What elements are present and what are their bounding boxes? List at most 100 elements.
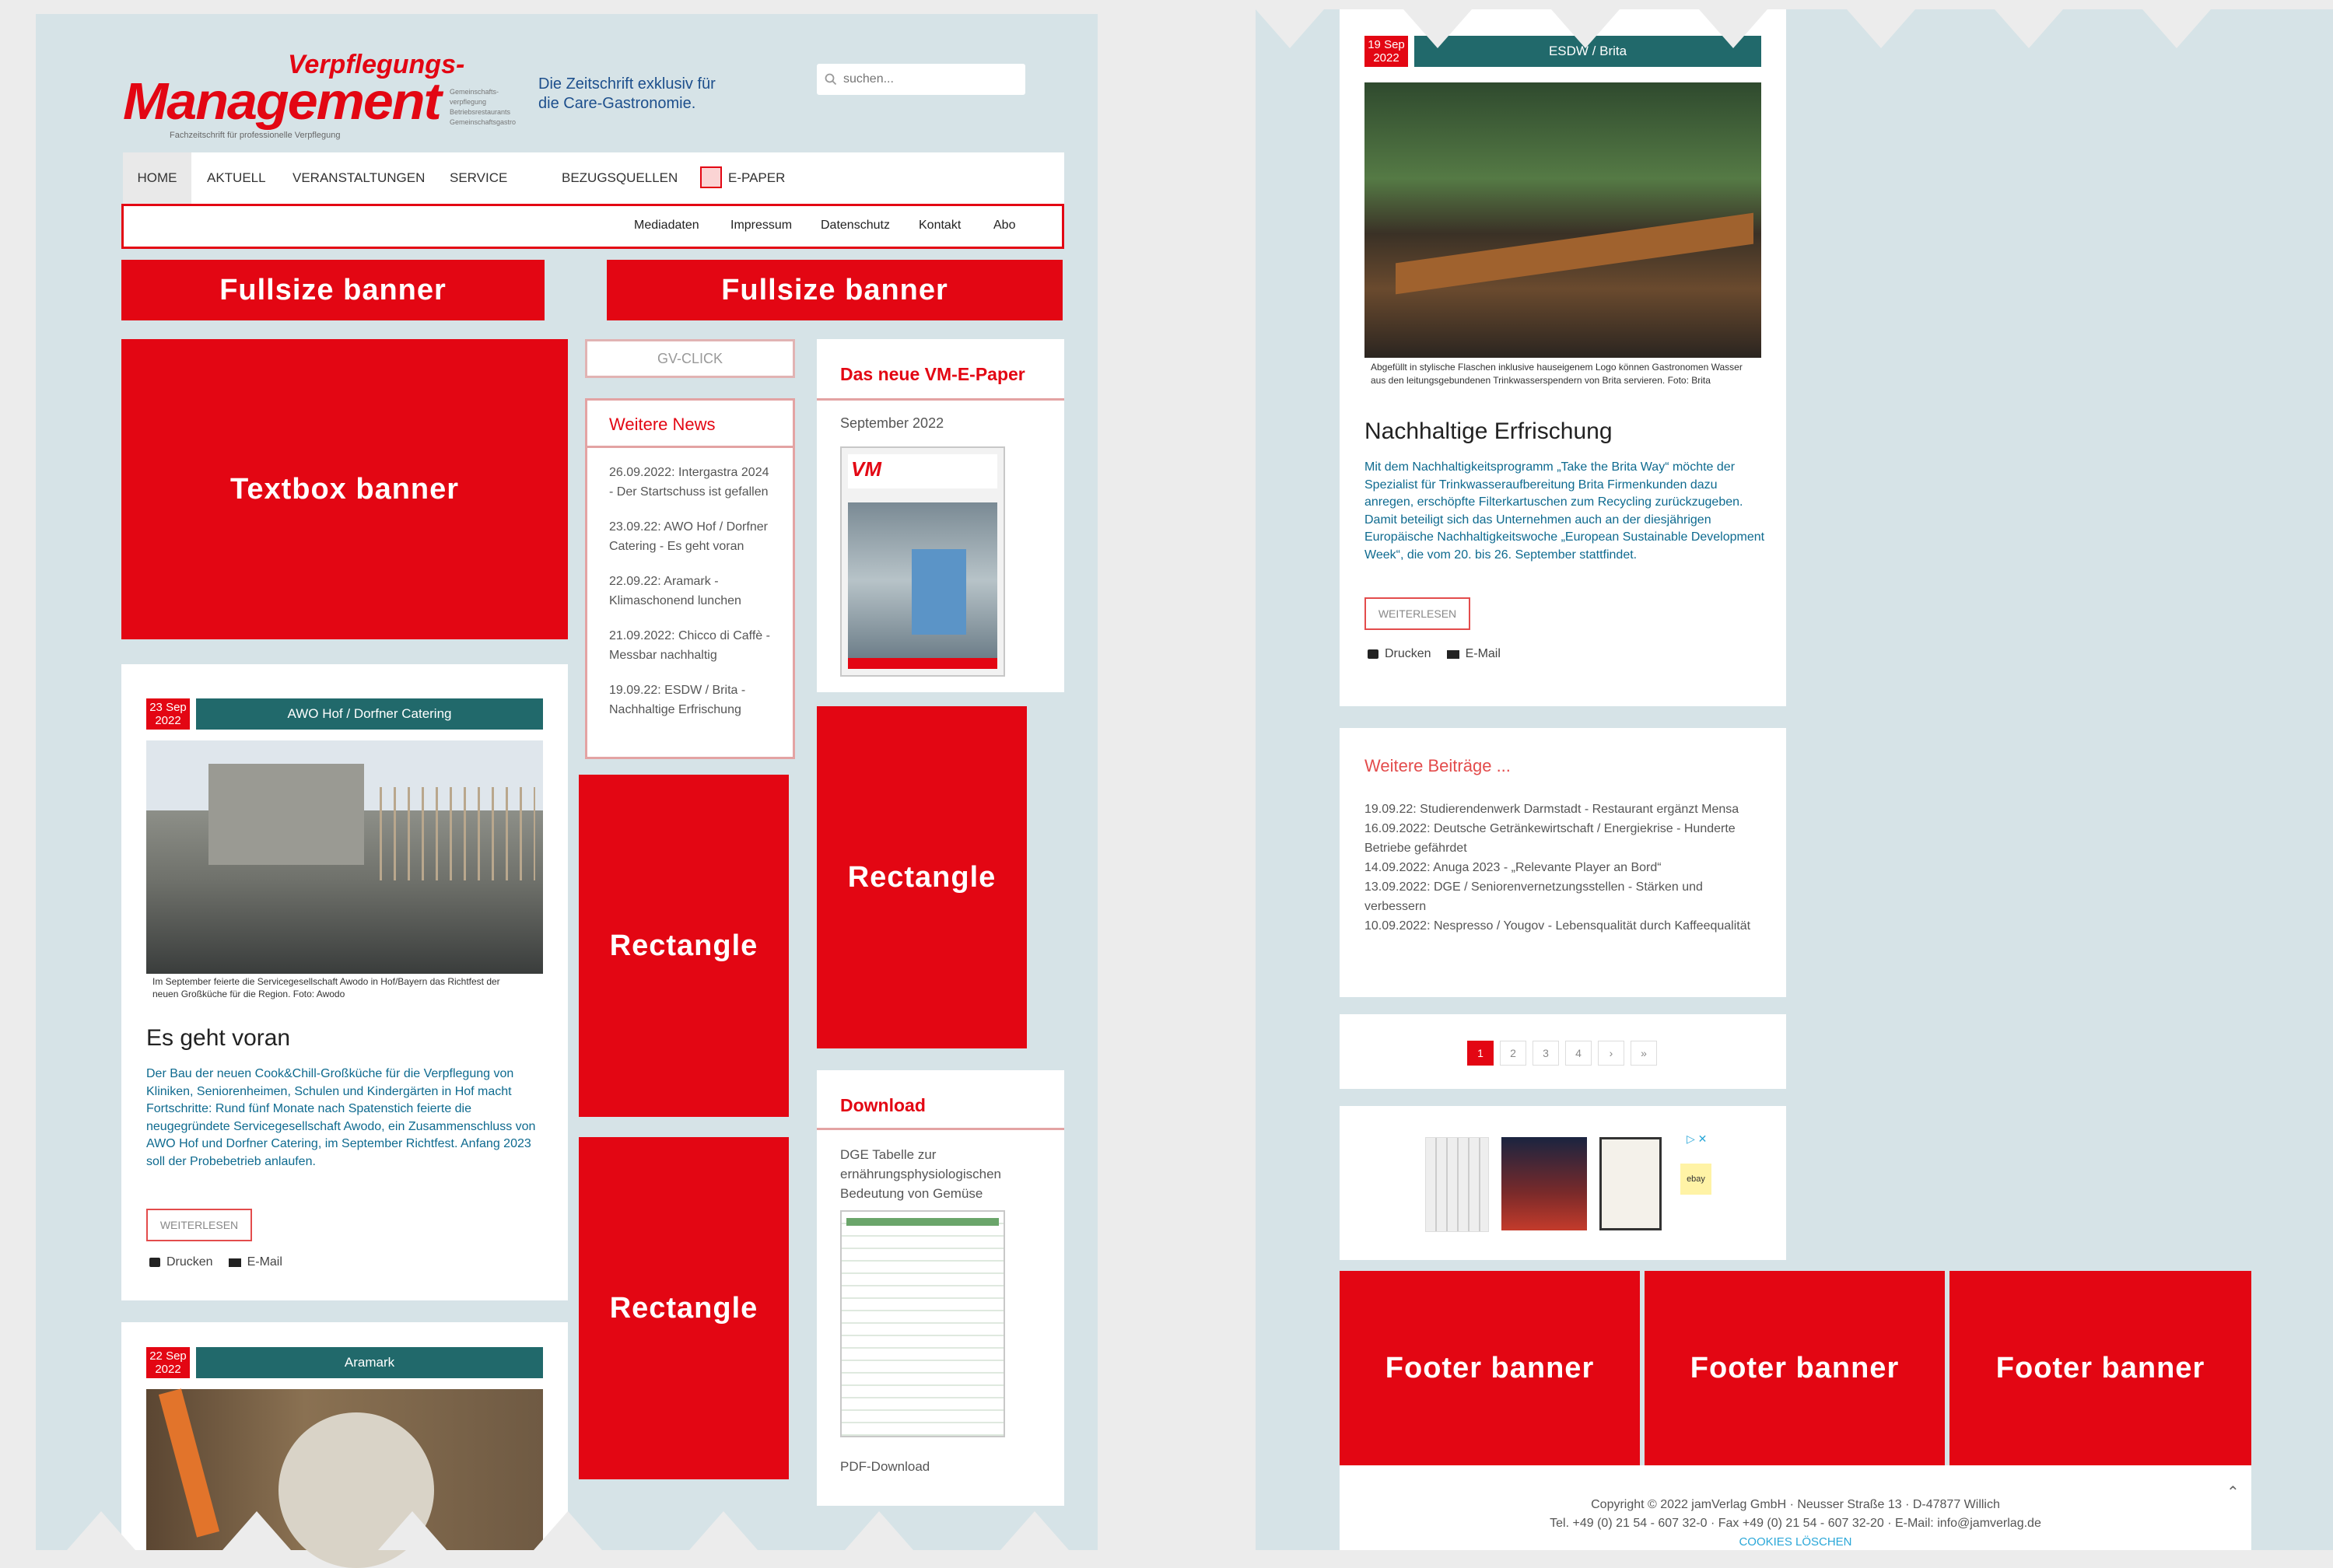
search-icon xyxy=(825,73,837,86)
article-photo[interactable] xyxy=(146,1388,543,1568)
more-posts-title: Weitere Beiträge ... xyxy=(1364,756,1511,775)
article-card: 19 Sep 2022 ESDW / Brita Abgefüllt in sty… xyxy=(1340,9,1786,706)
ad-thumb[interactable] xyxy=(1599,1137,1662,1230)
textbox-banner[interactable]: Textbox banner xyxy=(121,339,568,639)
footer-banner-1[interactable]: Footer banner xyxy=(1340,1271,1640,1465)
nav-veranstaltungen[interactable]: VERANSTALTUNGEN xyxy=(293,170,425,186)
rectangle-banner-middle-bottom[interactable]: Rectangle xyxy=(579,1137,789,1479)
nav-home[interactable]: HOME xyxy=(123,152,191,204)
category-bar[interactable]: Aramark xyxy=(196,1347,543,1378)
print-link[interactable]: Drucken xyxy=(1385,647,1431,661)
fullsize-banner-left[interactable]: Fullsize banner xyxy=(121,260,545,320)
nav-bezugsquellen[interactable]: BEZUGSQUELLEN xyxy=(562,170,678,186)
download-text: DGE Tabelle zur ernährungsphysiologische… xyxy=(840,1147,1001,1201)
sub-nav: Mediadaten Impressum Datenschutz Kontakt… xyxy=(121,204,1064,249)
date-badge: 19 Sep 2022 xyxy=(1364,36,1408,67)
post-item[interactable]: 16.09.2022: Deutsche Getränkewirtschaft … xyxy=(1364,819,1761,858)
article-photo[interactable] xyxy=(146,740,543,974)
gv-click-button[interactable]: GV-CLICK xyxy=(585,339,795,378)
rectangle-banner-right[interactable]: Rectangle xyxy=(817,706,1027,1048)
news-item[interactable]: 19.09.22: ESDW / Brita - Nachhaltige Erf… xyxy=(609,681,776,719)
email-link[interactable]: E-Mail xyxy=(247,1255,282,1269)
news-list: 26.09.2022: Intergastra 2024 - Der Start… xyxy=(609,463,776,735)
logo-title-line2: Management xyxy=(123,72,442,131)
ad-thumb[interactable] xyxy=(1501,1137,1587,1230)
epaper-date: September 2022 xyxy=(840,415,944,431)
subnav-datenschutz[interactable]: Datenschutz xyxy=(821,219,890,233)
news-box: Weitere News 26.09.2022: Intergastra 202… xyxy=(585,398,795,759)
search-box[interactable] xyxy=(817,64,1025,95)
subnav-kontakt[interactable]: Kontakt xyxy=(919,219,961,233)
article-body: Mit dem Nachhaltigkeitsprogramm „Take th… xyxy=(1364,460,1765,562)
news-title: Weitere News xyxy=(609,415,716,434)
download-preview[interactable] xyxy=(840,1210,1005,1437)
ad-badge[interactable]: ebay xyxy=(1680,1164,1711,1195)
print-link[interactable]: Drucken xyxy=(166,1255,213,1269)
subnav-mediadaten[interactable]: Mediadaten xyxy=(634,219,699,233)
photo-caption: Abgefüllt in stylische Flaschen inklusiv… xyxy=(1371,362,1743,386)
article-headline[interactable]: Es geht voran xyxy=(146,1025,290,1052)
logo[interactable]: Verpflegungs- Management Fachzeitschrift… xyxy=(123,50,527,143)
epaper-title[interactable]: Das neue VM-E-Paper xyxy=(840,364,1025,385)
news-divider xyxy=(587,446,793,448)
subnav-impressum[interactable]: Impressum xyxy=(730,219,792,233)
email-icon xyxy=(228,1258,241,1267)
slogan: Die Zeitschrift exklusiv für die Care-Ga… xyxy=(538,75,716,112)
news-item[interactable]: 21.09.2022: Chicco di Caffè - Messbar na… xyxy=(609,626,776,665)
footer-copyright: Copyright © 2022 jamVerlag GmbH · Neusse… xyxy=(1591,1498,2000,1511)
category-bar[interactable]: AWO Hof / Dorfner Catering xyxy=(196,698,543,730)
fullsize-banner-right[interactable]: Fullsize banner xyxy=(607,260,1063,320)
more-posts-list: 19.09.22: Studierendenwerk Darmstadt - R… xyxy=(1364,800,1761,936)
download-divider xyxy=(817,1128,1064,1130)
nav-aktuell[interactable]: AKTUELL xyxy=(207,170,266,186)
page-3[interactable]: 3 xyxy=(1533,1041,1559,1066)
article-headline[interactable]: Nachhaltige Erfrischung xyxy=(1364,418,1613,445)
email-link[interactable]: E-Mail xyxy=(1466,647,1501,661)
ad-thumb[interactable] xyxy=(1425,1137,1489,1232)
scroll-top-icon[interactable]: ⌃ xyxy=(2226,1482,2240,1502)
footer-banner-2[interactable]: Footer banner xyxy=(1645,1271,1945,1465)
footer-banner-3[interactable]: Footer banner xyxy=(1949,1271,2251,1465)
page-next[interactable]: › xyxy=(1598,1041,1624,1066)
nav-epaper[interactable]: E-PAPER xyxy=(728,170,785,186)
download-title: Download xyxy=(840,1095,926,1115)
post-item[interactable]: 14.09.2022: Anuga 2023 - „Relevante Play… xyxy=(1364,858,1761,877)
page-2[interactable]: 2 xyxy=(1500,1041,1526,1066)
news-item[interactable]: 23.09.22: AWO Hof / Dorfner Catering - E… xyxy=(609,517,776,556)
epaper-box: Das neue VM-E-Paper September 2022 VM xyxy=(817,339,1064,692)
readmore-button[interactable]: WEITERLESEN xyxy=(146,1209,252,1241)
news-item[interactable]: 22.09.22: Aramark - Klimaschonend lunche… xyxy=(609,572,776,611)
nav-service[interactable]: SERVICE xyxy=(450,170,507,186)
pagination-list: 1 2 3 4 › » xyxy=(1467,1041,1657,1066)
post-item[interactable]: 10.09.2022: Nespresso / Yougov - Lebensq… xyxy=(1364,916,1761,936)
epaper-divider xyxy=(817,398,1064,401)
date-badge: 23 Sep 2022 xyxy=(146,698,190,730)
search-input[interactable] xyxy=(842,72,1016,87)
article-card: 23 Sep 2022 AWO Hof / Dorfner Catering Im… xyxy=(121,664,568,1300)
news-item[interactable]: 26.09.2022: Intergastra 2024 - Der Start… xyxy=(609,463,776,502)
print-icon xyxy=(1368,649,1378,659)
download-box: Download DGE Tabelle zur ernährungsphysi… xyxy=(817,1070,1064,1506)
post-item[interactable]: 13.09.2022: DGE / Seniorenvernetzungsste… xyxy=(1364,877,1761,916)
readmore-button[interactable]: WEITERLESEN xyxy=(1364,597,1470,630)
page-last[interactable]: » xyxy=(1631,1041,1657,1066)
photo-caption: Im September feierte die Servicegesellsc… xyxy=(152,976,500,999)
article-card: 22 Sep 2022 Aramark xyxy=(121,1322,568,1568)
page-screenshot-right: 19 Sep 2022 ESDW / Brita Abgefüllt in sty… xyxy=(1256,9,2333,1550)
rectangle-banner-middle-top[interactable]: Rectangle xyxy=(579,775,789,1117)
article-photo[interactable] xyxy=(1364,82,1761,358)
subnav-abo[interactable]: Abo xyxy=(993,219,1015,233)
epaper-cover[interactable]: VM xyxy=(840,446,1005,677)
page-4[interactable]: 4 xyxy=(1565,1041,1592,1066)
ad-box[interactable]: ▷ ✕ ebay xyxy=(1340,1106,1786,1260)
post-item[interactable]: 19.09.22: Studierendenwerk Darmstadt - R… xyxy=(1364,800,1761,819)
main-nav: HOME AKTUELL VERANSTALTUNGEN SERVICE BEZ… xyxy=(123,152,1064,204)
email-icon xyxy=(1446,649,1459,659)
epaper-icon xyxy=(700,166,722,188)
page-1[interactable]: 1 xyxy=(1467,1041,1494,1066)
pdf-download-link[interactable]: PDF-Download xyxy=(840,1459,930,1475)
adchoices-icon[interactable]: ▷ ✕ xyxy=(1687,1132,1707,1146)
cookies-link[interactable]: COOKIES LÖSCHEN xyxy=(1340,1535,2251,1549)
logo-tagline: Fachzeitschrift für professionelle Verpf… xyxy=(170,131,341,140)
date-badge: 22 Sep 2022 xyxy=(146,1347,190,1378)
